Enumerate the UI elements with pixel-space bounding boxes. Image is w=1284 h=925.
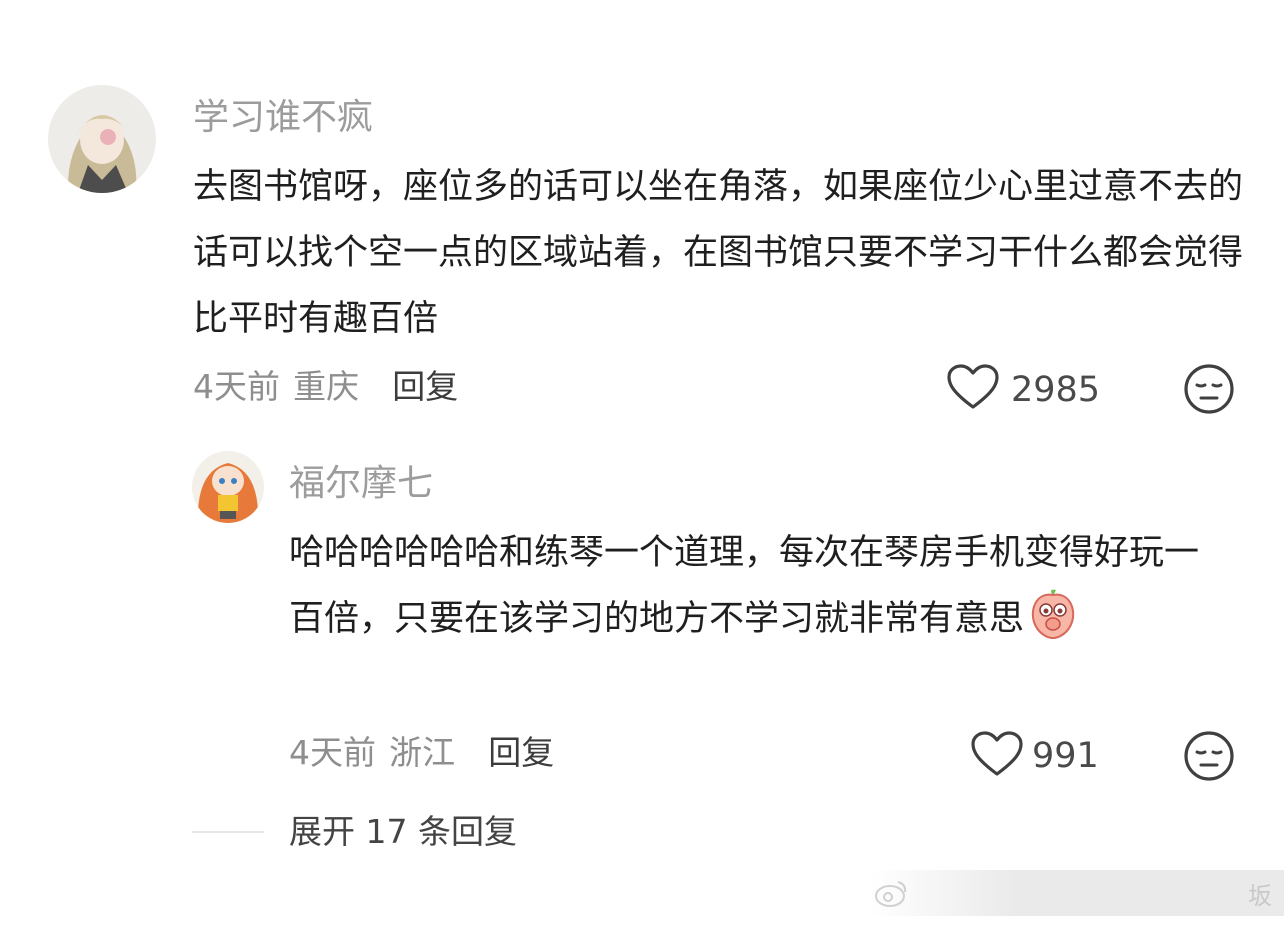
heart-icon [947, 364, 999, 409]
heart-icon [971, 731, 1023, 776]
comment-username[interactable]: 学习谁不疯 [193, 96, 373, 140]
comment-location: 重庆 [293, 367, 360, 406]
watermark-bar [870, 870, 1284, 916]
expand-divider [192, 831, 264, 833]
watermark-text: 坂 [1248, 882, 1272, 910]
unhappy-face-icon [1184, 731, 1234, 781]
comment-username[interactable]: 福尔摩七 [289, 462, 433, 506]
like-count: 991 [1032, 736, 1099, 776]
reply-button[interactable]: 回复 [488, 733, 554, 772]
unhappy-face-icon [1184, 364, 1234, 414]
reply-button[interactable]: 回复 [392, 367, 458, 406]
like-count: 2985 [1011, 370, 1101, 410]
expand-replies-button[interactable]: 展开 17 条回复 [289, 812, 517, 852]
weibo-logo-icon [874, 878, 908, 912]
comment-time: 4天前 [193, 367, 280, 406]
avatar[interactable] [48, 85, 156, 193]
comment-meta: 4天前 浙江 回复 [289, 733, 554, 773]
like-button[interactable] [970, 730, 1024, 782]
dislike-button[interactable] [1183, 730, 1235, 786]
comment-meta: 4天前 重庆 回复 [193, 367, 458, 407]
dislike-button[interactable] [1183, 363, 1235, 419]
peach-emoji-icon [1026, 586, 1080, 662]
comment-location: 浙江 [389, 733, 456, 772]
avatar[interactable] [192, 451, 264, 523]
comment-text: 去图书馆呀，座位多的话可以坐在角落，如果座位少心里过意不去的话可以找个空一点的区… [193, 167, 1244, 339]
comment-text: 哈哈哈哈哈哈和练琴一个道理，每次在琴房手机变得好玩一百倍，只要在该学习的地方不学… [289, 520, 1219, 662]
comment-time: 4天前 [289, 733, 376, 772]
like-button[interactable] [946, 363, 1000, 415]
